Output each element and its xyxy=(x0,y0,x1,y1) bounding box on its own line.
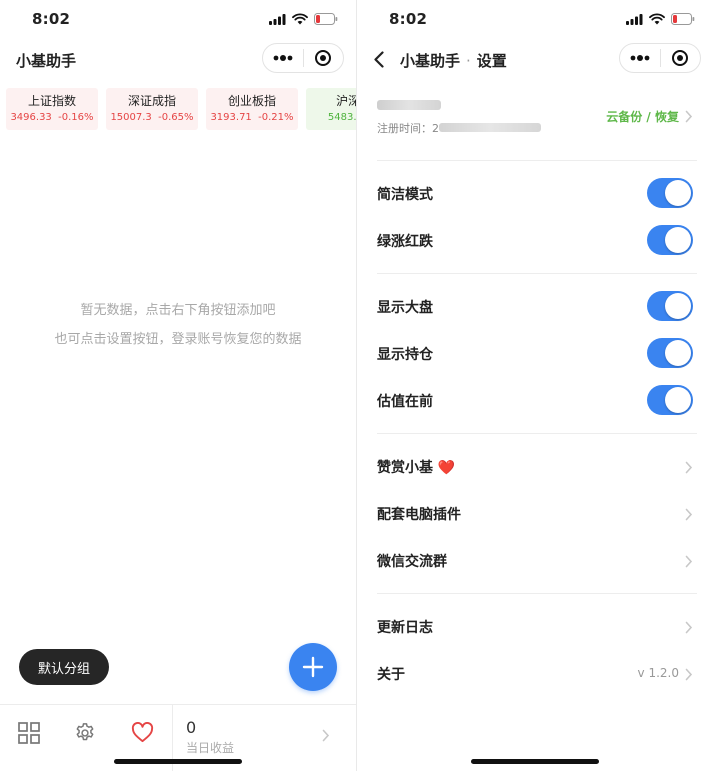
mini-program-capsule xyxy=(262,43,344,73)
setting-label: 简洁模式 xyxy=(377,187,433,203)
chevron-right-icon[interactable] xyxy=(322,729,330,742)
setting-plugin[interactable]: 配套电脑插件 xyxy=(377,494,697,534)
simple-mode-toggle[interactable] xyxy=(647,178,693,208)
estimate-first-toggle[interactable] xyxy=(647,385,693,415)
index-name: 上证指数 xyxy=(27,94,76,108)
setting-wechat-group[interactable]: 微信交流群 xyxy=(377,541,697,581)
index-value: 5483.41 - xyxy=(327,112,356,123)
home-indicator xyxy=(471,759,599,764)
setting-label: 关于 xyxy=(377,667,405,683)
nav-bar: 小基助手 · 设置 xyxy=(357,42,713,76)
home-screen: 8:02 小基助手 上证指数 3496.33 -0.16% 深证成指 15007… xyxy=(0,0,356,771)
target-icon xyxy=(315,50,332,66)
more-button[interactable] xyxy=(620,44,660,72)
close-mini-program-button[interactable] xyxy=(660,44,700,72)
setting-show-market: 显示大盘 xyxy=(377,287,697,327)
register-time-blurred xyxy=(439,123,541,132)
more-icon xyxy=(630,55,650,61)
empty-hint-1: 暂无数据，点击右下角按钮添加吧 xyxy=(80,303,276,318)
default-group-button[interactable]: 默认分组 xyxy=(19,649,109,685)
daily-profit-label: 当日收益 xyxy=(186,741,235,755)
empty-state: 暂无数据，点击右下角按钮添加吧 也可点击设置按钮，登录账号恢复您的数据 xyxy=(0,296,356,354)
setting-label: 更新日志 xyxy=(377,620,433,636)
app-screenshot: 8:02 小基助手 上证指数 3496.33 -0.16% 深证成指 15007… xyxy=(0,0,713,771)
status-bar: 8:02 xyxy=(357,10,713,32)
show-position-toggle[interactable] xyxy=(647,338,693,368)
setting-label: 估值在前 xyxy=(377,394,433,410)
chevron-right-icon xyxy=(685,461,693,474)
chevron-right-icon xyxy=(685,555,693,568)
index-value: 15007.3 -0.65% xyxy=(110,112,194,123)
setting-label: 微信交流群 xyxy=(377,554,447,570)
setting-show-position: 显示持仓 xyxy=(377,334,697,374)
account-section[interactable]: 注册时间：2 云备份 / 恢复 xyxy=(377,96,697,136)
plus-icon xyxy=(302,656,324,678)
green-up-toggle[interactable] xyxy=(647,225,693,255)
daily-profit-value: 0 xyxy=(186,718,197,737)
add-fund-button[interactable] xyxy=(289,643,337,691)
wifi-icon xyxy=(292,13,308,25)
setting-label: 显示大盘 xyxy=(377,300,433,316)
index-card[interactable]: 沪深3 5483.41 - xyxy=(306,88,356,130)
settings-screen: 8:02 小基助手 · 设置 注册时间：2 云备份 / 恢复 简洁模式 绿涨红跌… xyxy=(357,0,713,771)
index-name: 创业板指 xyxy=(227,94,276,108)
wifi-icon xyxy=(649,13,665,25)
setting-about[interactable]: 关于 v 1.2.0 xyxy=(377,654,697,694)
signal-icon xyxy=(626,13,643,25)
grid-icon[interactable] xyxy=(18,722,40,744)
register-time-label: 注册时间：2 xyxy=(377,122,439,135)
status-icons xyxy=(626,13,695,25)
signal-icon xyxy=(269,13,286,25)
gear-icon[interactable] xyxy=(74,722,96,744)
mini-program-capsule xyxy=(619,43,701,73)
status-bar: 8:02 xyxy=(0,10,356,32)
more-icon xyxy=(273,55,293,61)
close-mini-program-button[interactable] xyxy=(303,44,343,72)
more-button[interactable] xyxy=(263,44,303,72)
index-name: 沪深3 xyxy=(336,94,356,108)
index-card[interactable]: 创业板指 3193.71 -0.21% xyxy=(206,88,298,130)
setting-label: 配套电脑插件 xyxy=(377,507,461,523)
index-value: 3193.71 -0.21% xyxy=(210,112,294,123)
back-chevron-icon[interactable] xyxy=(373,51,385,68)
status-time: 8:02 xyxy=(389,10,428,28)
version-text: v 1.2.0 xyxy=(637,666,679,680)
status-time: 8:02 xyxy=(32,10,71,28)
index-card[interactable]: 上证指数 3496.33 -0.16% xyxy=(6,88,98,130)
target-icon xyxy=(672,50,689,66)
nav-bar: 小基助手 xyxy=(0,42,356,76)
page-title: 小基助手 xyxy=(16,52,77,70)
username-blurred xyxy=(377,100,441,110)
setting-changelog[interactable]: 更新日志 xyxy=(377,607,697,647)
home-indicator xyxy=(114,759,242,764)
chevron-right-icon xyxy=(685,668,693,681)
index-strip[interactable]: 上证指数 3496.33 -0.16% 深证成指 15007.3 -0.65% … xyxy=(6,88,356,130)
setting-estimate-first: 估值在前 xyxy=(377,381,697,421)
setting-donate[interactable]: 赞赏小基 ❤️ xyxy=(377,447,697,487)
setting-green-up: 绿涨红跌 xyxy=(377,221,697,261)
heart-icon[interactable] xyxy=(131,722,154,743)
setting-simple-mode: 简洁模式 xyxy=(377,174,697,214)
battery-icon xyxy=(671,13,695,25)
chevron-right-icon xyxy=(685,508,693,521)
page-title: 小基助手 · 设置 xyxy=(400,52,507,70)
index-card[interactable]: 深证成指 15007.3 -0.65% xyxy=(106,88,198,130)
index-name: 深证成指 xyxy=(127,94,176,108)
show-market-toggle[interactable] xyxy=(647,291,693,321)
status-icons xyxy=(269,13,338,25)
setting-label: 显示持仓 xyxy=(377,347,433,363)
setting-label: 绿涨红跌 xyxy=(377,234,433,250)
setting-label: 赞赏小基 ❤️ xyxy=(377,460,456,476)
chevron-right-icon xyxy=(685,110,693,123)
cloud-backup-link[interactable]: 云备份 / 恢复 xyxy=(606,108,679,125)
battery-icon xyxy=(314,13,338,25)
empty-hint-2: 也可点击设置按钮，登录账号恢复您的数据 xyxy=(54,332,302,347)
index-value: 3496.33 -0.16% xyxy=(10,112,94,123)
chevron-right-icon xyxy=(685,621,693,634)
